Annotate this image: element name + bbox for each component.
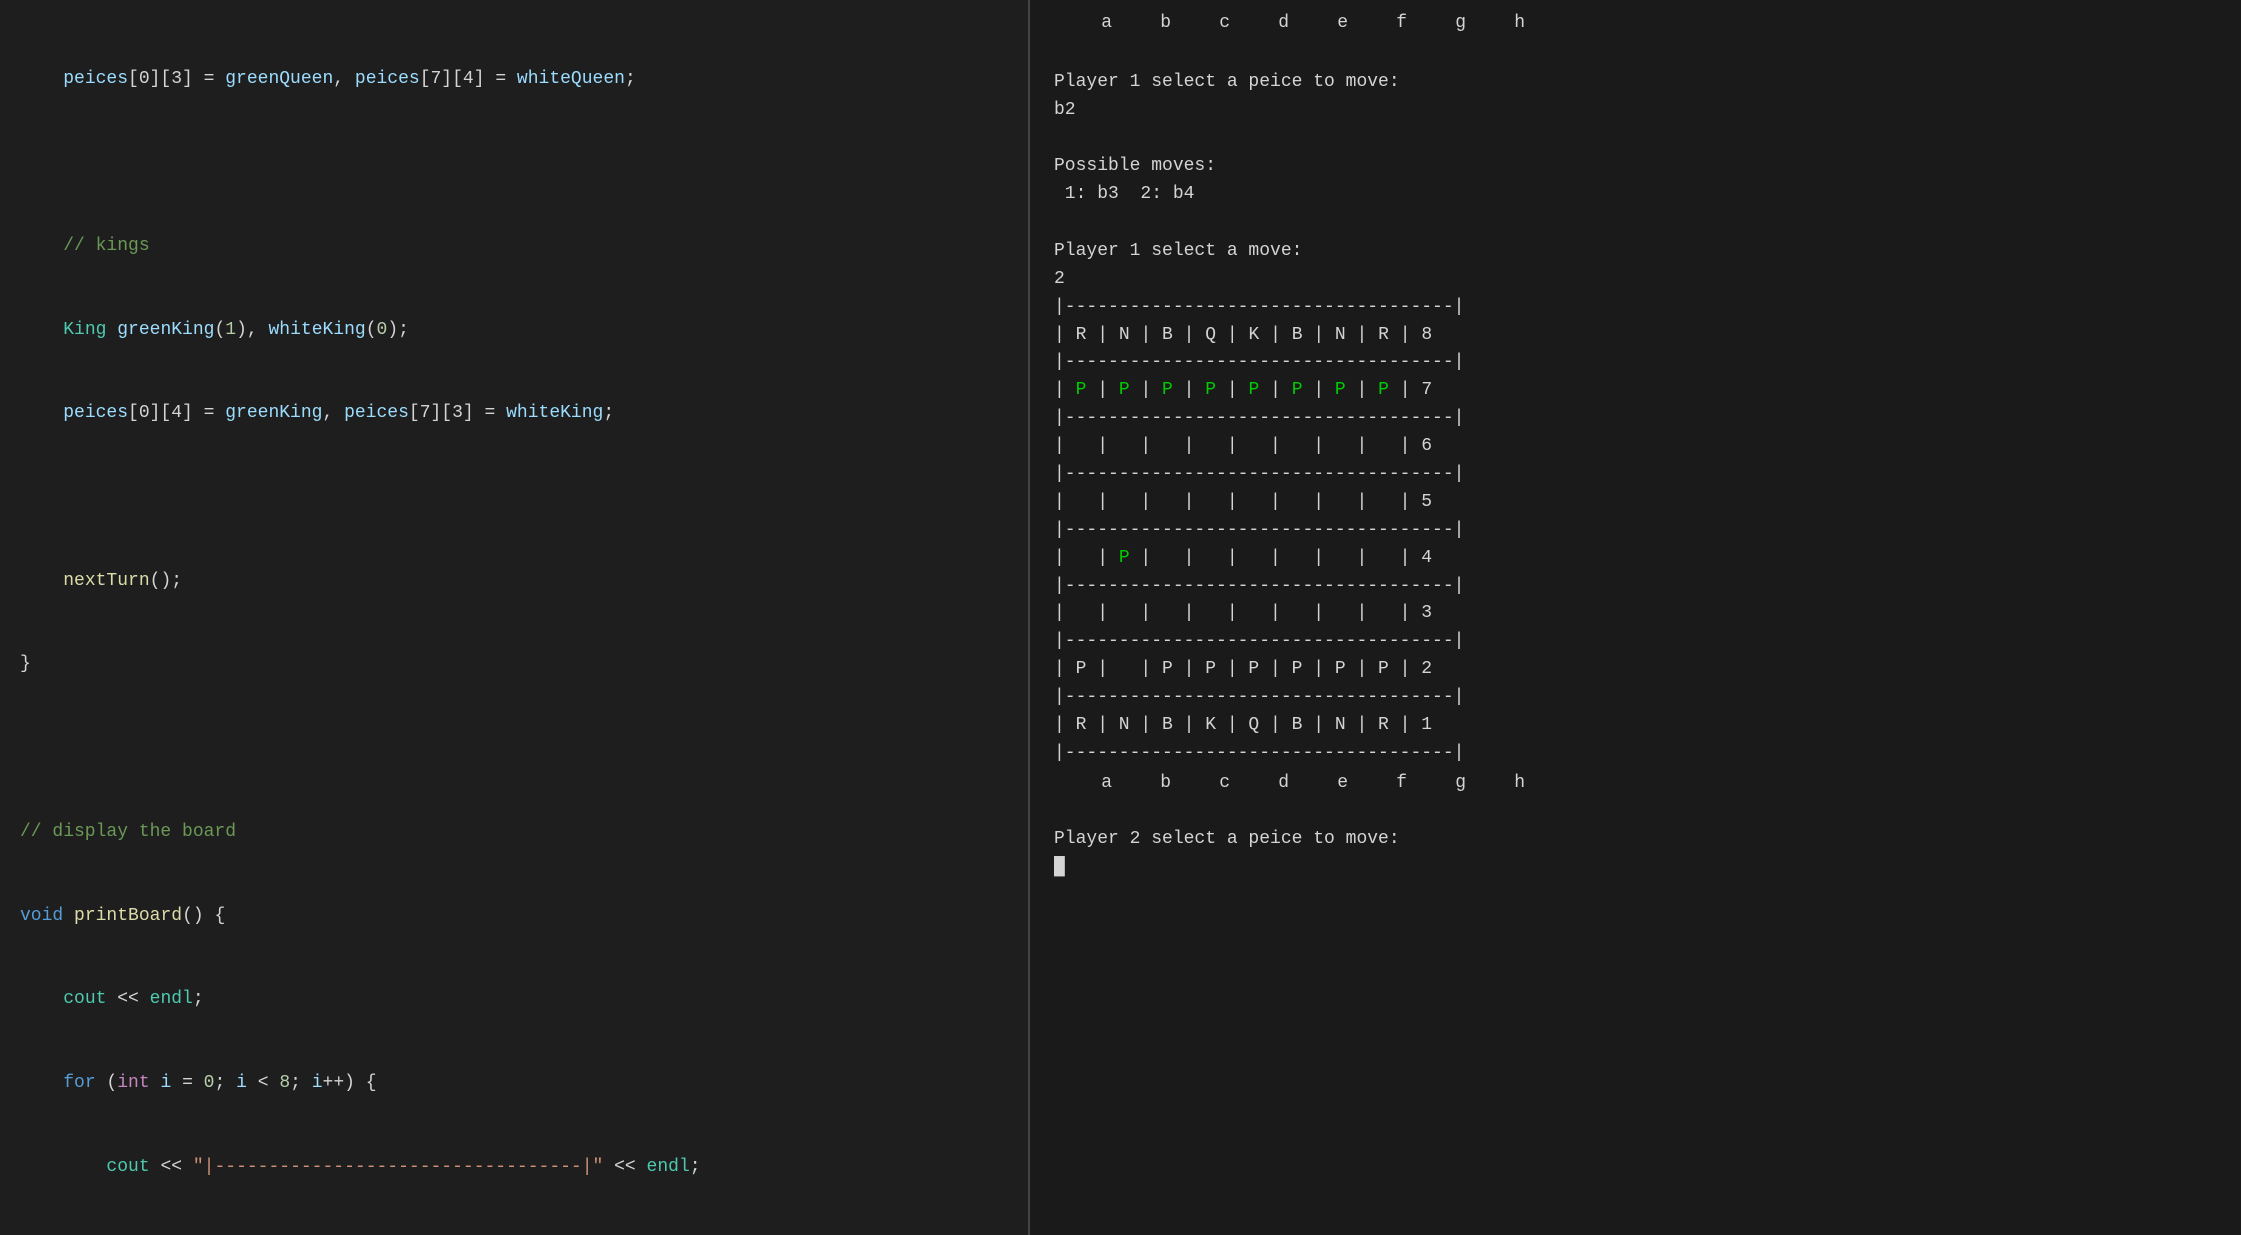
board-separator-top: |------------------------------------| (1054, 294, 2217, 322)
code-line-3: // kings (20, 233, 1008, 261)
code-line-8: } (20, 651, 1008, 679)
code-line-10: // display the board (20, 819, 1008, 847)
code-line-9 (20, 735, 1008, 763)
terminal-panel: a b c d e f g h Player 1 select a peice … (1030, 0, 2241, 1235)
code-line-4: King greenKing(1), whiteKing(0); (20, 317, 1008, 345)
board-sep-3-2: |------------------------------------| (1054, 628, 2217, 656)
board-row-6: | | | | | | | | | 6 (1054, 433, 2217, 461)
possible-moves-values: 1: b3 2: b4 (1054, 181, 2217, 209)
code-line-5: peices[0][4] = greenKing, peices[7][3] =… (20, 400, 1008, 428)
blank-line-3 (1054, 209, 2217, 238)
board-row-7: | P | P | P | P | P | P | P | P | 7 (1054, 377, 2217, 405)
code-editor: peices[0][3] = greenQueen, peices[7][4] … (0, 0, 1028, 1235)
column-footer: a b c d e f g h (1054, 770, 2217, 798)
code-line-1: peices[0][3] = greenQueen, peices[7][4] … (20, 66, 1008, 94)
code-line-2 (20, 149, 1008, 177)
board-row-5: | | | | | | | | | 5 (1054, 489, 2217, 517)
blank-line-4 (1054, 798, 2217, 827)
board-sep-5-4: |------------------------------------| (1054, 517, 2217, 545)
code-line-13: for (int i = 0; i < 8; i++) { (20, 1070, 1008, 1098)
code-line-14: cout << "|------------------------------… (20, 1154, 1008, 1182)
select-move-label: Player 1 select a move: (1054, 238, 2217, 266)
board-row-4: | | P | | | | | | | 4 (1054, 545, 2217, 573)
board-sep-7-6: |------------------------------------| (1054, 405, 2217, 433)
blank-line-2 (1054, 124, 2217, 153)
player1-input: b2 (1054, 97, 2217, 125)
board-row-3: | | | | | | | | | 3 (1054, 600, 2217, 628)
code-panel: peices[0][3] = greenQueen, peices[7][4] … (0, 0, 1030, 1235)
board-row-2: | P | | P | P | P | P | P | P | 2 (1054, 656, 2217, 684)
move-input: 2 (1054, 266, 2217, 294)
possible-moves-label: Possible moves: (1054, 153, 2217, 181)
code-line-12: cout << endl; (20, 986, 1008, 1014)
board-sep-6-5: |------------------------------------| (1054, 461, 2217, 489)
column-header: a b c d e f g h (1054, 10, 2217, 38)
board-row-1: | R | N | B | K | Q | B | N | R | 1 (1054, 712, 2217, 740)
board-separator-bottom: |------------------------------------| (1054, 740, 2217, 768)
board-row-8: | R | N | B | Q | K | B | N | R | 8 (1054, 322, 2217, 350)
board-sep-4-3: |------------------------------------| (1054, 573, 2217, 601)
code-line-6 (20, 484, 1008, 512)
player2-cursor-line (1054, 854, 2217, 882)
player1-prompt: Player 1 select a peice to move: (1054, 69, 2217, 97)
board-sep-2-1: |------------------------------------| (1054, 684, 2217, 712)
player2-prompt: Player 2 select a peice to move: (1054, 826, 2217, 854)
code-line-7: nextTurn(); (20, 568, 1008, 596)
blank-line-1 (1054, 40, 2217, 69)
board-sep-8-7: |------------------------------------| (1054, 349, 2217, 377)
code-line-11: void printBoard() { (20, 903, 1008, 931)
